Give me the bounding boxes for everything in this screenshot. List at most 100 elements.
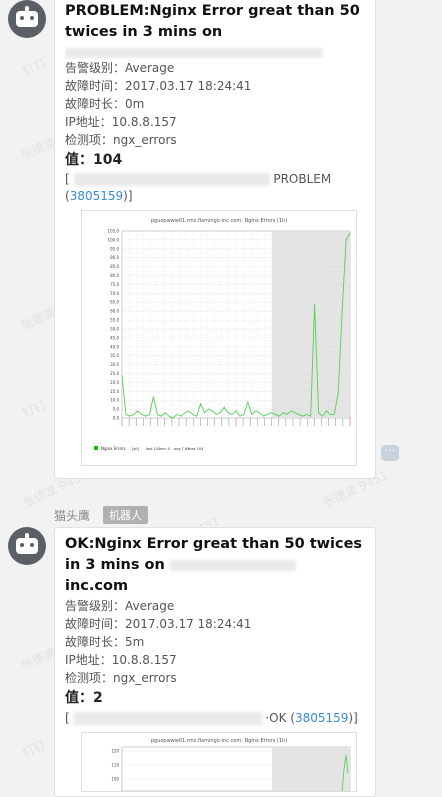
data-point (314, 303, 315, 305)
data-point (227, 412, 229, 413)
data-point (172, 417, 174, 419)
data-point (271, 412, 272, 413)
legend-stat: [all] (132, 447, 139, 451)
data-point (318, 412, 319, 413)
robot-avatar-2[interactable] (8, 527, 46, 565)
data-point (263, 415, 264, 417)
data-point (149, 414, 150, 415)
shaded-region-2 (272, 747, 350, 791)
value-line-2: 值：2 (65, 690, 103, 706)
data-point (141, 414, 142, 415)
data-point (310, 415, 311, 417)
data-point (176, 414, 178, 415)
more-options-icon[interactable]: ··· (381, 445, 399, 461)
alert-message-ok[interactable]: OK:Nginx Error great than 50 twices in 3… (54, 527, 376, 797)
robot-tag: 机器人 (103, 506, 148, 524)
data-point (275, 414, 276, 415)
data-point (337, 392, 339, 394)
data-point (216, 414, 217, 415)
data-point (200, 403, 201, 405)
redacted-hostname-2 (169, 559, 296, 571)
data-point (184, 412, 186, 413)
status-word: PROBLEM (273, 172, 332, 186)
data-point (220, 412, 221, 413)
redacted-link-text (73, 173, 270, 186)
y-tick-label: 35.0 (110, 353, 119, 358)
data-point (168, 415, 170, 417)
data-point (145, 415, 146, 417)
data-point (330, 414, 331, 415)
data-point (125, 414, 127, 415)
chart-title: pguopwww01.rmz.flamingo-inc.com: Nginx E… (151, 218, 287, 224)
sender-name: 猫头鹰 (54, 509, 91, 523)
data-point (278, 415, 280, 417)
y-tick-label: 90.0 (110, 255, 119, 260)
data-point (223, 407, 225, 408)
data-point (345, 239, 347, 241)
y-tick-label: 70.0 (110, 291, 119, 296)
data-point (298, 414, 300, 415)
data-point (286, 414, 288, 415)
y-tick-label: 95.0 (110, 246, 119, 251)
data-point (341, 310, 343, 312)
legend-stat: last 104 (146, 447, 161, 451)
duration-line: 故障时长：0m (65, 97, 145, 111)
redacted-link-text-2 (73, 712, 262, 725)
y-tick-label: 0.0 (113, 416, 120, 421)
chart-title-2: pguopwww01.rmz.flamingo-inc.com: Nginx E… (151, 738, 287, 744)
chart-image-2[interactable]: pguopwww01.rmz.flamingo-inc.com: Nginx E… (81, 732, 357, 792)
y-tick-label: 80.0 (110, 273, 119, 278)
event-link-line: [ PROBLEM (3805159)] (65, 172, 332, 203)
y-tick-label: 45.0 (110, 335, 119, 340)
data-point (164, 412, 166, 413)
data-point (196, 415, 197, 417)
legend-stat: max 104 (188, 447, 204, 451)
data-point (349, 232, 351, 234)
y-tick-label: 100.0 (108, 237, 120, 242)
data-point (161, 415, 162, 417)
nginx-errors-chart: pguopwww01.rmz.flamingo-inc.com: Nginx E… (94, 218, 351, 451)
data-point (212, 410, 213, 412)
robot-avatar[interactable] (8, 0, 46, 38)
data-point (282, 412, 284, 413)
item-line: 检测项：ngx_errors (65, 133, 177, 147)
data-point (121, 375, 123, 376)
y-tick-label: 30.0 (110, 362, 119, 367)
y-tick-label: 10.0 (110, 398, 119, 403)
y-tick-label: 25.0 (110, 371, 119, 376)
data-point (129, 415, 131, 417)
alert-message-problem[interactable]: PROBLEM:Nginx Error great than 50 twices… (54, 0, 376, 479)
value-line: 值：104 (65, 152, 123, 168)
data-point (192, 414, 194, 415)
data-point (204, 412, 205, 413)
ip-line-2: IP地址：10.8.8.157 (65, 653, 177, 667)
y-tick-label-2: 120 (111, 749, 119, 754)
data-point (259, 412, 260, 413)
data-point (137, 410, 138, 412)
message-title-tail: inc.com (65, 578, 129, 594)
y-tick-label: 105.0 (108, 229, 120, 234)
severity-line-2: 告警级别：Average (65, 599, 175, 613)
message-title: PROBLEM:Nginx Error great than 50 twices… (65, 3, 360, 40)
event-link-line-2: [ ·OK (3805159)] (65, 711, 358, 725)
y-tick-label: 75.0 (110, 282, 119, 287)
data-point (153, 396, 154, 397)
message-title-2: OK:Nginx Error great than 50 twices in 3… (65, 534, 365, 597)
data-point (239, 415, 241, 417)
data-point (290, 410, 292, 412)
ok-word: OK (269, 711, 287, 725)
data-point (251, 414, 252, 415)
data-point (255, 410, 256, 412)
event-id-link[interactable]: 3805159 (70, 189, 123, 203)
y-tick-label: 65.0 (110, 300, 119, 305)
y-tick-label: 40.0 (110, 344, 119, 349)
ip-line: IP地址：10.8.8.157 (65, 115, 177, 129)
y-tick-label-2: 110 (111, 763, 119, 768)
y-tick-label: 20.0 (110, 380, 119, 385)
chart-image[interactable]: pguopwww01.rmz.flamingo-inc.com: Nginx E… (81, 210, 357, 466)
data-point (180, 415, 182, 417)
data-point (235, 410, 237, 412)
data-point (294, 412, 296, 413)
event-id-link-2[interactable]: 3805159 (295, 711, 348, 725)
data-point (326, 410, 327, 412)
